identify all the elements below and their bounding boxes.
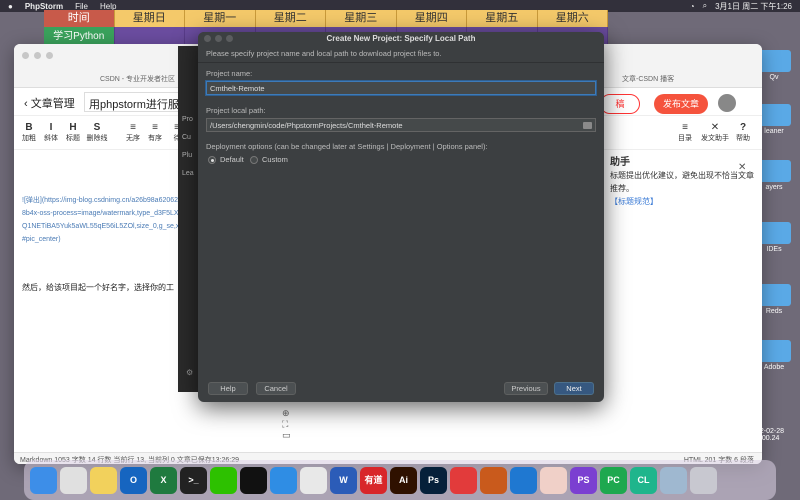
divider — [198, 62, 604, 63]
dock-clion-icon[interactable]: CL — [630, 466, 657, 494]
window-zoom-button[interactable] — [46, 52, 53, 59]
radio-selected-icon — [208, 155, 216, 164]
help-button[interactable]: ? 帮助 — [730, 122, 756, 143]
schedule-cell: 星期二 — [255, 10, 326, 27]
wifi-icon[interactable]: ◔ — [690, 2, 695, 11]
dock-photoshop-icon[interactable]: Ps — [420, 466, 447, 494]
wallpaper-schedule: 时间 星期日 星期一 星期二 星期三 星期四 星期五 星期六 — [44, 10, 608, 27]
create-project-dialog: Create New Project: Specify Local Path P… — [198, 32, 604, 402]
cancel-button[interactable]: Cancel — [256, 382, 296, 395]
ide-nav-learn[interactable]: Lea — [182, 170, 194, 177]
publish-button[interactable]: 发布文章 — [654, 94, 708, 114]
dock-outlook-icon[interactable]: O — [120, 466, 147, 494]
article-title-input[interactable]: 用phpstorm进行服务 — [84, 92, 188, 112]
dialog-close-button[interactable] — [204, 35, 211, 42]
window-close-button[interactable] — [22, 52, 29, 59]
dock-trash-icon[interactable] — [690, 466, 717, 494]
ide-nav-projects[interactable]: Pro — [182, 116, 193, 123]
ide-nav-customize[interactable]: Cu — [182, 134, 191, 141]
toc-button[interactable]: ≡ 目录 — [672, 122, 698, 143]
radio-icon — [250, 155, 258, 164]
strikethrough-button[interactable]: S 删除线 — [84, 122, 110, 143]
dock-word-icon[interactable]: W — [330, 466, 357, 494]
dialog-description: Please specify project name and local pa… — [206, 49, 442, 58]
schedule-cell: 星期日 — [114, 10, 185, 27]
dock-safari-icon[interactable] — [270, 466, 297, 494]
browser-tab[interactable]: CSDN - 专业开发者社区 — [100, 74, 175, 84]
fullscreen-icon[interactable]: ⛶ — [282, 419, 291, 430]
dock: O X >_ W 有道 Ai Ps PS PC CL — [24, 460, 776, 500]
back-to-article-manage[interactable]: ‹ 文章管理 — [24, 95, 75, 111]
dock-youdao-icon[interactable]: 有道 — [360, 466, 387, 494]
ide-nav-plugins[interactable]: Plu — [182, 152, 192, 159]
dock-chrome-icon[interactable] — [300, 466, 327, 494]
writing-assistant-button[interactable]: ✕ 发文助手 — [700, 122, 730, 143]
folder-icon — [757, 340, 791, 362]
dialog-zoom-button[interactable] — [226, 35, 233, 42]
schedule-cell: 星期五 — [467, 10, 538, 27]
gear-icon[interactable]: ⚙ — [186, 368, 193, 377]
custom-radio[interactable]: Custom — [250, 155, 288, 164]
schedule-cell: 星期一 — [185, 10, 256, 27]
dialog-titlebar: Create New Project: Specify Local Path — [198, 32, 604, 45]
target-icon[interactable]: ⊕ — [282, 408, 291, 419]
dock-screen-share-icon[interactable] — [660, 466, 687, 494]
dock-finder-icon[interactable] — [30, 466, 57, 494]
schedule-cell: 星期六 — [537, 10, 608, 27]
window-minimize-button[interactable] — [34, 52, 41, 59]
schedule-cell: 星期四 — [396, 10, 467, 27]
default-radio[interactable]: Default — [208, 155, 244, 164]
dock-pycharm-icon[interactable]: PC — [600, 466, 627, 494]
menubar-clock[interactable]: 3月1日 周二 下午1:26 — [715, 1, 792, 12]
dock-vscode-icon[interactable] — [510, 466, 537, 494]
dock-app-circle-icon[interactable] — [540, 466, 567, 494]
schedule-cell: 时间 — [44, 10, 115, 27]
title-rules-link[interactable]: 【标题规范】 — [610, 195, 760, 208]
dialog-title: Create New Project: Specify Local Path — [326, 34, 476, 43]
dock-phpstorm-icon[interactable]: PS — [570, 466, 597, 494]
dialog-minimize-button[interactable] — [215, 35, 222, 42]
folder-icon — [757, 104, 791, 126]
folder-icon — [757, 160, 791, 182]
search-icon[interactable]: ⌕ — [703, 1, 707, 11]
dock-wechat-icon[interactable] — [210, 466, 237, 494]
markdown-image-link[interactable]: ![弹出](https://img-blog.csdnimg.cn/a26b98… — [22, 194, 192, 246]
dock-launchpad-icon[interactable] — [60, 466, 87, 494]
dock-terminal-icon[interactable]: >_ — [180, 466, 207, 494]
local-path-input[interactable]: /Users/chengmin/code/PhpstormProjects/Cm… — [206, 118, 596, 132]
heading-button[interactable]: H 标题 — [60, 122, 86, 143]
desktop-file-labels: 22-02-28 2.00.24 — [756, 428, 785, 442]
dock-netease-music-icon[interactable] — [450, 466, 477, 494]
dock-qq-icon[interactable] — [240, 466, 267, 494]
markdown-paragraph[interactable]: 然后，给该项目起一个好名字，选择你的工 — [22, 282, 174, 293]
dock-excel-icon[interactable]: X — [150, 466, 177, 494]
deployment-options-label: Deployment options (can be changed later… — [206, 142, 488, 151]
schedule-cell: 星期三 — [326, 10, 397, 27]
next-button[interactable]: Next — [554, 382, 594, 395]
layout-icon[interactable]: ▭ — [282, 430, 291, 441]
dock-matlab-icon[interactable] — [480, 466, 507, 494]
close-icon[interactable]: ✕ — [738, 162, 746, 173]
dock-notes-icon[interactable] — [90, 466, 117, 494]
local-path-label: Project local path: — [206, 106, 266, 115]
help-button[interactable]: Help — [208, 382, 248, 395]
browser-tab[interactable]: 文章-CSDN 播客 — [622, 74, 674, 84]
folder-icon — [757, 222, 791, 244]
project-name-input[interactable]: Cmthelt-Remote — [206, 81, 596, 95]
folder-icon — [757, 284, 791, 306]
apple-icon[interactable]: ● — [8, 2, 13, 11]
editor-gutter-icons: ⊕ ⛶ ▭ — [282, 408, 291, 441]
folder-icon — [757, 50, 791, 72]
previous-button[interactable]: Previous — [504, 382, 548, 395]
avatar[interactable] — [718, 94, 736, 112]
project-name-label: Project name: — [206, 69, 253, 78]
folder-icon[interactable] — [583, 122, 592, 129]
save-draft-button[interactable]: 稿 — [600, 94, 640, 114]
dock-illustrator-icon[interactable]: Ai — [390, 466, 417, 494]
